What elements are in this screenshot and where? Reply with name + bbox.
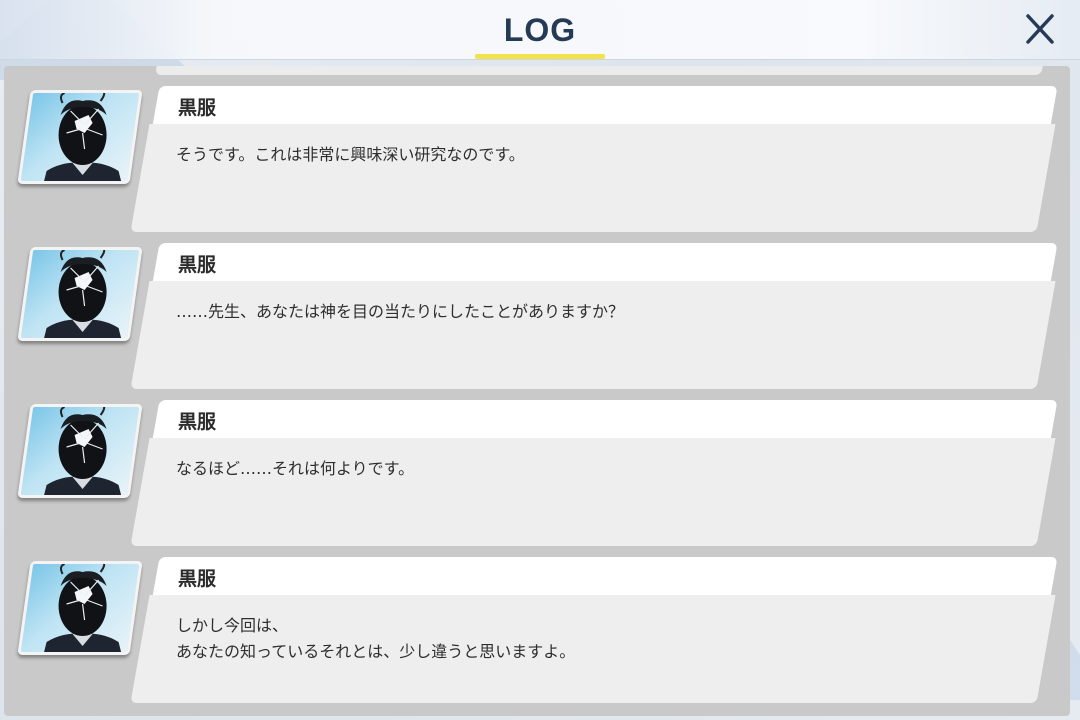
dialogue-text: ……先生、あなたは神を目の当たりにしたことがありますか？ [176, 302, 625, 321]
dialogue-text: そうです。これは非常に興味深い研究なのです。 [176, 145, 525, 164]
dialogue-box [130, 124, 1056, 232]
close-button[interactable] [1016, 8, 1064, 52]
speaker-portrait [17, 247, 143, 341]
kurofuku-portrait-icon [42, 250, 123, 341]
page-title: LOG [503, 12, 577, 48]
kurofuku-portrait-icon [42, 564, 123, 655]
speaker-portrait [17, 404, 143, 498]
kurofuku-portrait-icon [42, 93, 123, 184]
speaker-portrait [17, 90, 143, 184]
log-entry: 黒服 ……先生、あなたは神を目の当たりにしたことがありますか？ [4, 243, 1070, 391]
name-plate [152, 243, 1058, 283]
speaker-name: 黒服 [178, 254, 217, 276]
speaker-name: 黒服 [178, 97, 217, 119]
dialogue-box [130, 281, 1056, 389]
name-plate [152, 400, 1058, 440]
dialogue-text: なるほど……それは何よりです。 [176, 459, 415, 478]
title-underline [475, 54, 605, 59]
dialogue-text: しかし今回は、 あなたの知っているそれとは、少し違うと思いますよ。 [176, 616, 576, 661]
log-list[interactable]: 黒服 そうです。これは非常に興味深い研究なのです。 黒服 ……先生、あなたは神を… [4, 66, 1070, 716]
dialogue-box [130, 438, 1056, 546]
log-header: LOG [0, 0, 1080, 60]
log-entry: 黒服 なるほど……それは何よりです。 [4, 400, 1070, 548]
log-entry: 黒服 しかし今回は、 あなたの知っているそれとは、少し違うと思いますよ。 [4, 557, 1070, 705]
previous-entry-edge [155, 66, 1043, 75]
close-icon [1026, 14, 1054, 44]
speaker-portrait [17, 561, 143, 655]
kurofuku-portrait-icon [42, 407, 123, 498]
speaker-name: 黒服 [178, 568, 217, 590]
name-plate [152, 86, 1058, 126]
speaker-name: 黒服 [178, 411, 217, 433]
log-entry: 黒服 そうです。これは非常に興味深い研究なのです。 [4, 86, 1070, 234]
name-plate [152, 557, 1058, 597]
